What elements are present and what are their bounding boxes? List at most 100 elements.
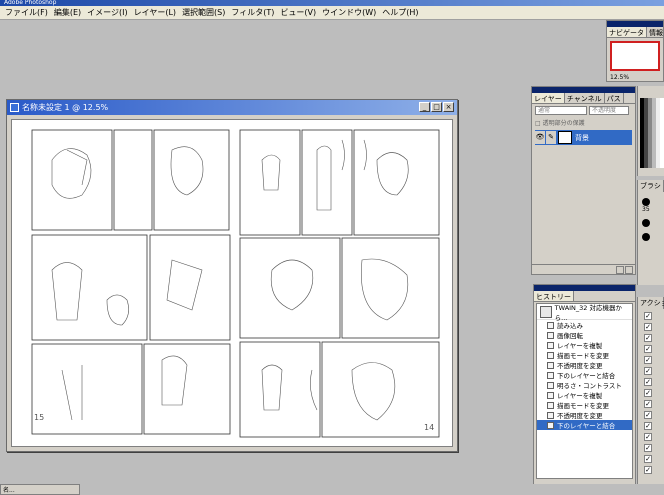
history-snapshot[interactable]: TWAIN_32 対応機器から... [537, 303, 632, 322]
action-checkbox[interactable]: ✓ [644, 389, 652, 397]
action-checkbox[interactable]: ✓ [644, 422, 652, 430]
opacity-field[interactable]: 不透明度 [589, 106, 629, 115]
minimize-button[interactable]: _ [419, 102, 430, 112]
blend-mode-select[interactable]: 通常 [535, 106, 587, 115]
tab-info[interactable]: 情報 [647, 27, 663, 37]
menu-layer[interactable]: レイヤー(L) [131, 7, 179, 18]
brush-preset-icon[interactable] [642, 233, 650, 241]
history-item[interactable]: 読み込み [537, 320, 632, 330]
tab-paths[interactable]: パス [605, 93, 624, 103]
action-checkbox[interactable]: ✓ [644, 411, 652, 419]
snapshot-label: TWAIN_32 対応機器から... [554, 303, 623, 322]
history-panel: ヒストリー TWAIN_32 対応機器から... 読み込み 画像回転 レイヤーを… [533, 284, 636, 490]
navigator-zoom[interactable]: 12.5% [607, 74, 663, 81]
actions-panel: アクション ✓ ✓ ✓ ✓ ✓ ✓ ✓ ✓ ✓ ✓ ✓ ✓ ✓ ✓ ✓ [637, 297, 664, 490]
action-checkbox[interactable]: ✓ [644, 400, 652, 408]
document-window[interactable]: 名称未設定 1 @ 12.5% _ □ × 15 14 [6, 99, 458, 452]
menu-help[interactable]: ヘルプ(H) [379, 7, 421, 18]
menubar: ファイル(F) 編集(E) イメージ(I) レイヤー(L) 選択範囲(S) フィ… [0, 6, 664, 20]
navigator-thumbnail[interactable] [610, 41, 660, 71]
history-item-label: 不透明度を変更 [557, 362, 603, 370]
history-item[interactable]: 不透明度を変更 [537, 360, 632, 370]
history-item[interactable]: 下のレイヤーと結合 [537, 370, 632, 380]
navigator-tabs: ナビゲータ 情報 [607, 27, 663, 38]
action-checkbox[interactable]: ✓ [644, 356, 652, 364]
canvas[interactable]: 15 14 [11, 119, 453, 447]
action-checkbox[interactable]: ✓ [644, 433, 652, 441]
history-item[interactable]: 不透明度を変更 [537, 410, 632, 420]
history-state-icon [547, 401, 554, 409]
history-item-label: 画像回転 [557, 332, 583, 340]
history-item-selected[interactable]: 下のレイヤーと結合 [537, 420, 632, 430]
history-item[interactable]: 画像回転 [537, 330, 632, 340]
history-item-label: 不透明度を変更 [557, 412, 603, 420]
maximize-button[interactable]: □ [431, 102, 442, 112]
history-item-label: 下のレイヤーと結合 [557, 372, 616, 380]
action-checkbox[interactable]: ✓ [644, 455, 652, 463]
document-titlebar[interactable]: 名称未設定 1 @ 12.5% [7, 100, 457, 115]
page-number-left: 15 [34, 413, 44, 422]
document-title: 名称未設定 1 @ 12.5% [22, 103, 109, 112]
trash-icon[interactable] [625, 266, 633, 274]
menu-select[interactable]: 選択範囲(S) [179, 7, 228, 18]
history-state-icon [547, 421, 554, 429]
layer-options-row: 通常 不透明度 [532, 104, 635, 117]
brush-icon[interactable]: ✎ [546, 131, 556, 144]
menu-edit[interactable]: 編集(E) [51, 7, 84, 18]
history-item[interactable]: レイヤーを複製 [537, 390, 632, 400]
brush-preset-icon[interactable] [642, 198, 650, 206]
close-button[interactable]: × [443, 102, 454, 112]
menu-view[interactable]: ビュー(V) [277, 7, 319, 18]
action-checkbox[interactable]: ✓ [644, 466, 652, 474]
action-checkbox[interactable]: ✓ [644, 312, 652, 320]
history-state-icon [547, 371, 554, 379]
eye-icon[interactable]: 👁 [535, 131, 545, 144]
menu-file[interactable]: ファイル(F) [2, 7, 51, 18]
layers-tabs: レイヤー チャンネル パス [532, 93, 635, 104]
history-state-icon [547, 391, 554, 399]
menu-image[interactable]: イメージ(I) [84, 7, 130, 18]
new-layer-button[interactable] [616, 266, 624, 274]
history-item-label: 明るさ・コントラスト [557, 382, 622, 390]
layer-name: 背景 [575, 133, 589, 142]
minimized-area: 名... [0, 484, 664, 495]
action-checkbox[interactable]: ✓ [644, 345, 652, 353]
lock-transparency-checkbox[interactable]: □ 透明部分の保護 [532, 117, 635, 128]
layer-row[interactable]: 👁 ✎ 背景 [535, 130, 632, 145]
brushes-panel: ブラシ 35 [637, 180, 664, 285]
history-list[interactable]: TWAIN_32 対応機器から... 読み込み 画像回転 レイヤーを複製 描画モ… [536, 303, 633, 479]
history-item-label: 描画モードを変更 [557, 402, 609, 410]
tab-brushes[interactable]: ブラシ [638, 180, 664, 192]
history-state-icon [547, 331, 554, 339]
layers-footer [532, 264, 635, 274]
manga-sketch-artwork: 15 14 [31, 129, 440, 438]
minimized-window[interactable]: 名... [0, 484, 80, 495]
history-item[interactable]: 描画モードを変更 [537, 350, 632, 360]
page-number-right: 14 [424, 423, 434, 432]
tab-navigator[interactable]: ナビゲータ [607, 27, 647, 37]
history-state-icon [547, 321, 554, 329]
swatch-grid[interactable] [640, 98, 664, 168]
history-item[interactable]: レイヤーを複製 [537, 340, 632, 350]
menu-filter[interactable]: フィルタ(T) [228, 7, 277, 18]
layers-panel: レイヤー チャンネル パス 通常 不透明度 □ 透明部分の保護 👁 ✎ 背景 [531, 86, 636, 275]
history-item[interactable]: 明るさ・コントラスト [537, 380, 632, 390]
action-checkbox[interactable]: ✓ [644, 367, 652, 375]
action-checkbox[interactable]: ✓ [644, 323, 652, 331]
tab-channels[interactable]: チャンネル [565, 93, 605, 103]
tab-history[interactable]: ヒストリー [534, 291, 574, 301]
history-item[interactable]: 描画モードを変更 [537, 400, 632, 410]
brush-size: 35 [642, 206, 650, 213]
menu-window[interactable]: ウインドウ(W) [319, 7, 379, 18]
history-item-label: レイヤーを複製 [557, 342, 603, 350]
history-item-label: レイヤーを複製 [557, 392, 603, 400]
action-checkbox[interactable]: ✓ [644, 378, 652, 386]
action-checkbox[interactable]: ✓ [644, 444, 652, 452]
swatches-panel [637, 86, 664, 176]
layer-thumbnail [558, 131, 572, 144]
history-tabs: ヒストリー [534, 291, 635, 302]
action-checkbox[interactable]: ✓ [644, 334, 652, 342]
brush-preset-icon[interactable] [642, 219, 650, 227]
tab-layers[interactable]: レイヤー [532, 93, 565, 103]
tab-actions[interactable]: アクション [638, 297, 664, 309]
